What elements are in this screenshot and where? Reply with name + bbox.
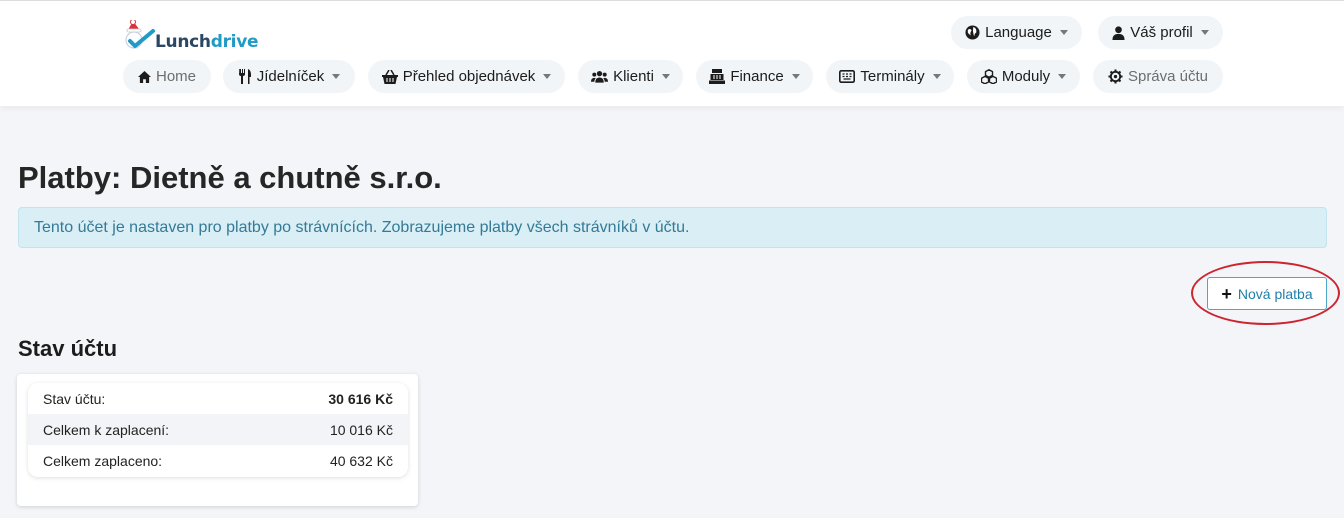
nav-clients[interactable]: Klienti <box>578 60 683 93</box>
row-value: 10 016 Kč <box>329 421 393 438</box>
row-label: Celkem zaplaceno: <box>43 452 163 469</box>
account-status-title: Stav účtu <box>18 336 118 361</box>
nav-clients-label: Klienti <box>613 68 654 85</box>
profile-dropdown[interactable]: Váš profil <box>1098 16 1223 49</box>
chevron-down-icon <box>543 74 552 79</box>
profile-label: Váš profil <box>1130 24 1193 41</box>
logo-mascot-icon <box>125 20 155 49</box>
nav-modules[interactable]: Moduly <box>967 60 1080 93</box>
logo-text-lunch: Lunch <box>155 32 211 52</box>
page-title: Platby: Dietně a chutně s.r.o. <box>18 160 442 195</box>
nav-orders[interactable]: Přehled objednávek <box>368 60 565 93</box>
table-row: Celkem zaplaceno: 40 632 Kč <box>28 445 408 476</box>
cubes-icon <box>980 69 997 84</box>
cash-register-icon <box>709 69 726 84</box>
top-header: Lunchdrive Language Váš profil Home Jíde… <box>0 0 1344 106</box>
row-label: Stav účtu: <box>43 390 106 407</box>
nav-modules-label: Moduly <box>1001 68 1051 85</box>
account-status-table: Stav účtu: 30 616 Kč Celkem k zaplacení:… <box>28 383 408 477</box>
chevron-down-icon <box>332 74 341 79</box>
account-status-card: Stav účtu: 30 616 Kč Celkem k zaplacení:… <box>17 374 418 506</box>
basket-icon <box>381 69 398 84</box>
nav-terminals[interactable]: Terminály <box>826 60 954 93</box>
table-row: Celkem k zaplacení: 10 016 Kč <box>28 414 408 445</box>
nav-menu-label: Jídelníček <box>256 68 325 85</box>
chevron-down-icon <box>932 74 941 79</box>
nav-menu[interactable]: Jídelníček <box>223 60 355 93</box>
users-icon <box>591 70 609 83</box>
lunchdrive-logo[interactable]: Lunchdrive <box>121 18 259 54</box>
nav-finance[interactable]: Finance <box>696 60 813 93</box>
chevron-down-icon <box>1058 74 1067 79</box>
table-row: Stav účtu: 30 616 Kč <box>28 383 408 414</box>
nav-account[interactable]: Správa účtu <box>1093 60 1223 93</box>
row-label: Celkem k zaplacení: <box>43 421 170 438</box>
chevron-down-icon <box>1059 30 1068 35</box>
nav-orders-label: Přehled objednávek <box>402 68 536 85</box>
nav-home-label: Home <box>155 68 196 85</box>
row-value: 40 632 Kč <box>329 452 393 469</box>
info-alert: Tento účet je nastaven pro platby po str… <box>18 207 1327 248</box>
language-label: Language <box>985 24 1052 41</box>
home-icon <box>138 70 151 83</box>
info-alert-text: Tento účet je nastaven pro platby po str… <box>34 218 690 236</box>
logo-text-drive: drive <box>210 32 259 52</box>
utensils-icon <box>238 69 252 84</box>
user-icon <box>1112 25 1125 40</box>
chevron-down-icon <box>791 74 800 79</box>
gear-icon <box>1108 69 1123 84</box>
terminal-icon <box>839 70 856 83</box>
language-dropdown[interactable]: Language <box>951 16 1082 49</box>
chevron-down-icon <box>661 74 670 79</box>
nav-account-label: Správa účtu <box>1127 68 1209 85</box>
globe-icon <box>965 25 980 40</box>
nav-finance-label: Finance <box>730 68 784 85</box>
nav-home[interactable]: Home <box>123 60 211 93</box>
nav-terminals-label: Terminály <box>860 68 925 85</box>
highlight-circle <box>1191 261 1340 325</box>
chevron-down-icon <box>1200 30 1209 35</box>
row-value: 30 616 Kč <box>328 390 393 407</box>
